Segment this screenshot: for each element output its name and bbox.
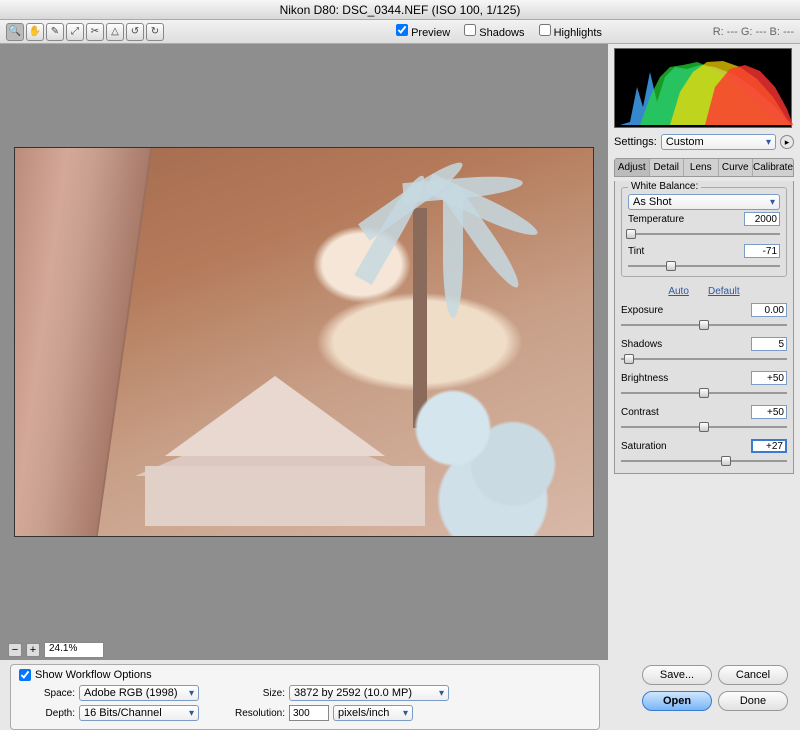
saturation-input[interactable] xyxy=(751,439,787,453)
done-button[interactable]: Done xyxy=(718,691,788,711)
histogram xyxy=(614,48,792,128)
brightness-slider[interactable] xyxy=(621,387,787,399)
temperature-input[interactable] xyxy=(744,212,780,226)
zoom-in-button[interactable]: + xyxy=(26,643,40,657)
hand-tool-icon[interactable]: ✋ xyxy=(26,23,44,41)
wb-mode-select[interactable]: As Shot xyxy=(628,194,780,210)
resolution-input[interactable] xyxy=(289,705,329,721)
tab-curve[interactable]: Curve xyxy=(719,159,754,176)
depth-select[interactable]: 16 Bits/Channel xyxy=(79,705,199,721)
highlights-checkbox[interactable]: Highlights xyxy=(539,24,602,39)
settings-label: Settings: xyxy=(614,136,657,148)
adjust-panel: White Balance: As Shot Temperature Tint xyxy=(614,181,794,474)
cancel-button[interactable]: Cancel xyxy=(718,665,788,685)
rotate-ccw-icon[interactable]: ↺ xyxy=(126,23,144,41)
window-title: Nikon D80: DSC_0344.NEF (ISO 100, 1/125) xyxy=(0,0,800,20)
zoom-tool-icon[interactable]: 🔍 xyxy=(6,23,24,41)
shadows-input[interactable] xyxy=(751,337,787,351)
eyedropper-icon[interactable]: ✎ xyxy=(46,23,64,41)
contrast-slider[interactable] xyxy=(621,421,787,433)
preview-pane: − + 24.1% xyxy=(0,44,608,660)
resolution-unit-select[interactable]: pixels/inch xyxy=(333,705,413,721)
workflow-options: Show Workflow Options Space:Adobe RGB (1… xyxy=(10,664,600,730)
sampler-icon[interactable]: ⤢ xyxy=(66,23,84,41)
auto-link[interactable]: Auto xyxy=(668,286,689,297)
temperature-slider[interactable] xyxy=(628,228,780,240)
white-balance-group: White Balance: As Shot Temperature Tint xyxy=(621,187,787,277)
size-select[interactable]: 3872 by 2592 (10.0 MP) xyxy=(289,685,449,701)
saturation-slider[interactable] xyxy=(621,455,787,467)
tab-calibrate[interactable]: Calibrate xyxy=(753,159,793,176)
side-panel: Settings: Custom ▸ Adjust Detail Lens Cu… xyxy=(608,44,800,660)
save-button[interactable]: Save... xyxy=(642,665,712,685)
tab-detail[interactable]: Detail xyxy=(650,159,685,176)
exposure-input[interactable] xyxy=(751,303,787,317)
tint-input[interactable] xyxy=(744,244,780,258)
brightness-input[interactable] xyxy=(751,371,787,385)
tint-slider[interactable] xyxy=(628,260,780,272)
rgb-readout: R: --- G: --- B: --- xyxy=(713,26,794,38)
space-select[interactable]: Adobe RGB (1998) xyxy=(79,685,199,701)
rotate-cw-icon[interactable]: ↻ xyxy=(146,23,164,41)
image-preview[interactable] xyxy=(14,147,594,537)
preview-checkbox[interactable]: Preview xyxy=(396,24,450,39)
open-button[interactable]: Open xyxy=(642,691,712,711)
header-bar: 🔍 ✋ ✎ ⤢ ✂ △ ↺ ↻ Preview Shadows Highligh… xyxy=(0,20,800,44)
shadows-slider[interactable] xyxy=(621,353,787,365)
adjust-tabs: Adjust Detail Lens Curve Calibrate xyxy=(614,158,794,177)
settings-select[interactable]: Custom xyxy=(661,134,776,150)
crop-icon[interactable]: ✂ xyxy=(86,23,104,41)
straighten-icon[interactable]: △ xyxy=(106,23,124,41)
tab-lens[interactable]: Lens xyxy=(684,159,719,176)
workflow-checkbox[interactable] xyxy=(19,669,31,681)
toolbar: 🔍 ✋ ✎ ⤢ ✂ △ ↺ ↻ xyxy=(6,23,166,41)
settings-menu-icon[interactable]: ▸ xyxy=(780,135,794,149)
shadows-checkbox[interactable]: Shadows xyxy=(464,24,524,39)
default-link[interactable]: Default xyxy=(708,286,740,297)
contrast-input[interactable] xyxy=(751,405,787,419)
zoom-out-button[interactable]: − xyxy=(8,643,22,657)
tab-adjust[interactable]: Adjust xyxy=(615,159,650,176)
zoom-select[interactable]: 24.1% xyxy=(44,642,104,658)
exposure-slider[interactable] xyxy=(621,319,787,331)
